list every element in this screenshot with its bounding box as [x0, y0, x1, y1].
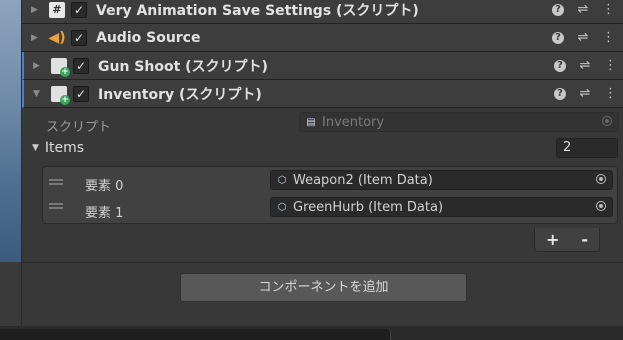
component-title: Very Animation Save Settings (スクリプト)	[96, 2, 419, 19]
component-title: Audio Source	[96, 29, 201, 46]
fold-arrow-icon[interactable]: ▶	[31, 33, 41, 43]
fold-arrow-icon[interactable]: ▶	[31, 5, 41, 15]
component-header-inventory[interactable]: ▼ ✓ Inventory (スクリプト) ? ⇌ ⋮	[22, 80, 623, 108]
bottom-tab[interactable]	[0, 329, 391, 340]
component-enabled-checkbox[interactable]: ✓	[73, 57, 89, 74]
context-menu-icon[interactable]: ⋮	[604, 58, 617, 73]
context-menu-icon[interactable]: ⋮	[602, 2, 615, 17]
remove-element-button[interactable]: -	[581, 230, 588, 249]
help-icon[interactable]: ?	[554, 87, 566, 100]
scriptable-object-icon: ⬡	[277, 174, 287, 186]
script-file-icon: ▤	[306, 116, 316, 128]
component-header-gun-shoot[interactable]: ▶ ✓ Gun Shoot (スクリプト) ? ⇌ ⋮	[22, 52, 623, 80]
help-icon[interactable]: ?	[552, 3, 564, 16]
csharp-script-icon	[51, 85, 70, 105]
script-label: スクリプト	[46, 120, 112, 135]
presets-icon[interactable]: ⇌	[579, 58, 591, 73]
divider	[22, 262, 623, 263]
object-picker-icon	[602, 116, 612, 126]
object-picker-icon[interactable]	[596, 174, 606, 184]
help-icon[interactable]: ?	[552, 31, 564, 44]
script-hash-icon: #	[49, 1, 65, 18]
presets-icon[interactable]: ⇌	[577, 2, 589, 17]
add-component-button[interactable]: コンポーネントを追加	[180, 273, 467, 302]
items-list: 要素 0 ⬡ Weapon2 (Item Data) 要素 1 ⬡ GreenH…	[42, 166, 618, 224]
component-header-very-animation-save-settings[interactable]: ▶ # ✓ Very Animation Save Settings (スクリプ…	[22, 0, 623, 24]
speaker-icon: ◀)	[48, 29, 66, 46]
inspector-panel: ▶ # ✓ Very Animation Save Settings (スクリプ…	[21, 0, 623, 326]
fold-arrow-down-icon[interactable]: ▼	[33, 89, 43, 99]
help-icon[interactable]: ?	[554, 59, 566, 72]
component-enabled-checkbox[interactable]: ✓	[73, 85, 89, 102]
add-element-button[interactable]: +	[546, 230, 559, 249]
scene-view-edge	[0, 0, 21, 340]
element-1-label: 要素 1	[85, 206, 124, 221]
drag-handle-icon[interactable]	[49, 179, 63, 185]
fold-arrow-icon[interactable]: ▶	[33, 61, 43, 71]
element-0-label: 要素 0	[85, 179, 124, 194]
list-add-remove: + -	[534, 228, 600, 252]
presets-icon[interactable]: ⇌	[579, 86, 591, 101]
items-size-field[interactable]: 2	[556, 138, 618, 158]
fold-arrow-down-icon[interactable]: ▼	[32, 143, 39, 153]
element-0-value: Weapon2 (Item Data)	[293, 172, 433, 188]
drag-handle-icon[interactable]	[49, 203, 63, 209]
items-foldout[interactable]: ▼ Items	[32, 140, 84, 156]
element-1-field[interactable]: ⬡ GreenHurb (Item Data)	[270, 197, 613, 217]
bottom-panel-bar	[0, 326, 623, 340]
component-title: Gun Shoot (スクリプト)	[98, 58, 268, 75]
context-menu-icon[interactable]: ⋮	[602, 30, 615, 45]
element-1-value: GreenHurb (Item Data)	[293, 199, 444, 215]
script-field: ▤ Inventory	[299, 112, 619, 132]
component-enabled-checkbox[interactable]: ✓	[71, 29, 87, 46]
csharp-script-icon	[51, 57, 70, 77]
component-header-audio-source[interactable]: ▶ ◀) ✓ Audio Source ? ⇌ ⋮	[22, 24, 623, 52]
component-title: Inventory (スクリプト)	[98, 86, 262, 103]
object-picker-icon[interactable]	[596, 201, 606, 211]
element-0-field[interactable]: ⬡ Weapon2 (Item Data)	[270, 170, 613, 190]
scriptable-object-icon: ⬡	[277, 201, 287, 213]
context-menu-icon[interactable]: ⋮	[604, 86, 617, 101]
component-enabled-checkbox[interactable]: ✓	[71, 1, 87, 18]
script-field-value: Inventory	[322, 114, 385, 130]
items-label: Items	[44, 140, 85, 156]
presets-icon[interactable]: ⇌	[577, 30, 589, 45]
